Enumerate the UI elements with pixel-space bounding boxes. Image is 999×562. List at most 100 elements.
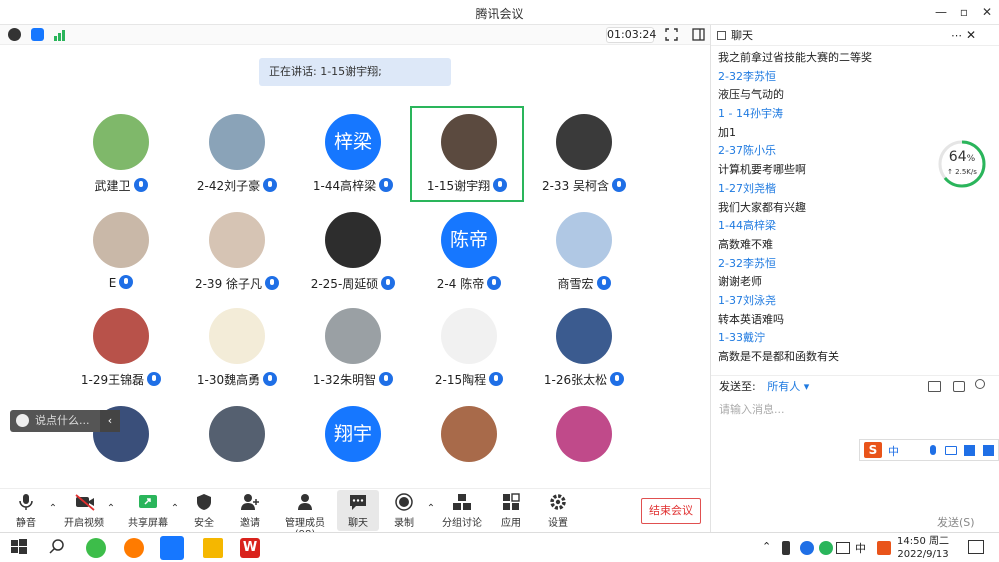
tray-usb-icon[interactable] bbox=[782, 541, 790, 555]
mic-status-icon bbox=[596, 276, 611, 290]
tray-expand-icon[interactable]: ⌃ bbox=[762, 540, 774, 560]
participant-tile[interactable] bbox=[180, 400, 294, 488]
security-button[interactable]: 安全 bbox=[190, 493, 218, 531]
participant-tile[interactable]: 翔宇 bbox=[296, 400, 410, 488]
info-icon[interactable] bbox=[8, 28, 21, 41]
breakout-button[interactable]: 分组讨论 bbox=[441, 493, 483, 531]
user-icon[interactable] bbox=[975, 379, 985, 389]
tray-app-icon[interactable] bbox=[819, 541, 833, 555]
chat-bubble-icon bbox=[348, 493, 368, 511]
tencent-meeting-icon[interactable] bbox=[160, 536, 184, 560]
participant-name-text: 2-42刘子豪 bbox=[196, 179, 261, 193]
chat-input[interactable]: 请输入消息... bbox=[719, 401, 785, 417]
participant-name: E bbox=[64, 275, 178, 290]
firefox-icon[interactable] bbox=[124, 538, 144, 558]
chat-sender-name: 2-32李苏恒 bbox=[718, 256, 776, 270]
participant-tile[interactable]: 2-15陶程 bbox=[412, 302, 526, 398]
say-something-box[interactable]: 说点什么... ‹ bbox=[10, 410, 120, 432]
manage-members-button[interactable]: 管理成员(98) bbox=[278, 493, 332, 540]
participant-tile[interactable]: 1-26张太松 bbox=[527, 302, 641, 398]
windows-start-icon[interactable] bbox=[10, 538, 30, 558]
participant-name-text: 1-15谢宇翔 bbox=[426, 179, 491, 193]
chat-sender-name: 1-33戴泞 bbox=[718, 331, 765, 345]
mic-status-icon bbox=[493, 178, 508, 192]
maximize-icon[interactable]: ▫ bbox=[955, 3, 973, 21]
record-button[interactable]: 录制 bbox=[390, 493, 418, 531]
notification-icon[interactable] bbox=[968, 540, 984, 554]
chat-message-text: 谢谢老师 bbox=[718, 275, 762, 289]
fullscreen-icon[interactable] bbox=[665, 28, 678, 41]
participant-name: 2-42刘子豪 bbox=[180, 177, 294, 194]
participant-tile[interactable]: 武建卫 bbox=[64, 108, 178, 204]
participant-tile[interactable]: 陈帝 2-4 陈帝 bbox=[412, 206, 526, 302]
participant-tile[interactable]: 商雪宏 bbox=[527, 206, 641, 302]
meeting-toolbar: 静音 ⌃ 开启视频 ⌃ 共享屏幕 ⌃ 安全 邀请 管理成员(98) 聊天 录制 … bbox=[0, 488, 710, 540]
chat-sender-name: 1-37刘泳尧 bbox=[718, 293, 776, 307]
file-explorer-icon[interactable] bbox=[203, 538, 223, 558]
collapse-icon[interactable]: ‹ bbox=[100, 410, 120, 432]
sogou-logo-icon: S bbox=[864, 442, 882, 458]
shield-icon[interactable] bbox=[31, 28, 44, 41]
microphone-icon bbox=[16, 493, 36, 511]
participant-tile[interactable] bbox=[527, 400, 641, 488]
mute-button[interactable]: 静音 bbox=[12, 493, 40, 531]
participant-tile[interactable]: 梓梁 1-44高梓梁 bbox=[296, 108, 410, 204]
minimize-icon[interactable]: — bbox=[932, 3, 950, 21]
share-screen-button[interactable]: 共享屏幕 bbox=[128, 493, 168, 531]
participant-tile[interactable]: 2-42刘子豪 bbox=[180, 108, 294, 204]
tray-ime-label[interactable]: 中 bbox=[855, 540, 871, 560]
chat-close-icon[interactable]: ✕ bbox=[966, 25, 976, 46]
title-bar: 腾讯会议 — ▫ ✕ bbox=[0, 0, 999, 25]
participant-tile[interactable]: 1-15谢宇翔 bbox=[410, 106, 524, 202]
participant-name: 商雪宏 bbox=[527, 275, 641, 292]
skin-icon bbox=[964, 445, 975, 456]
more-icon[interactable]: ⋯ bbox=[951, 25, 962, 46]
mic-status-icon bbox=[147, 372, 162, 386]
screenshot-icon[interactable] bbox=[953, 381, 965, 392]
participant-tile[interactable]: 1-29王锦磊 bbox=[64, 302, 178, 398]
taskbar-clock[interactable]: 14:50 周二 2022/9/13 bbox=[897, 535, 949, 561]
signal-icon[interactable] bbox=[53, 28, 66, 41]
participant-tile[interactable] bbox=[412, 400, 526, 488]
participant-tile[interactable]: 2-39 徐子凡 bbox=[180, 206, 294, 302]
folder-icon[interactable] bbox=[928, 381, 941, 392]
participant-tile[interactable]: 2-25-周延硕 bbox=[296, 206, 410, 302]
say-placeholder: 说点什么... bbox=[35, 414, 90, 427]
tray-person-icon[interactable] bbox=[800, 541, 814, 555]
ime-toolbar[interactable]: S 中 bbox=[859, 439, 999, 461]
tray-sogou-icon[interactable] bbox=[877, 541, 891, 555]
apps-button[interactable]: 应用 bbox=[497, 493, 525, 531]
participant-tile[interactable]: 1-32朱明智 bbox=[296, 302, 410, 398]
participant-name-text: 2-33 吴柯含 bbox=[541, 179, 610, 193]
avatar bbox=[209, 114, 265, 170]
network-percent: 64 bbox=[948, 149, 967, 165]
app-green-icon[interactable] bbox=[86, 538, 106, 558]
settings-button[interactable]: 设置 bbox=[544, 493, 572, 531]
gallery-view: 正在讲话: 1-15谢宇翔; 武建卫 2-42刘子豪 梓梁 1-44高梓梁 1-15谢宇… bbox=[0, 46, 710, 488]
wps-icon[interactable]: W bbox=[240, 538, 260, 558]
emoji-icon[interactable] bbox=[16, 414, 29, 427]
participant-name-text: 1-44高梓梁 bbox=[312, 179, 377, 193]
participant-tile[interactable]: 2-33 吴柯含 bbox=[527, 108, 641, 204]
network-speed-widget[interactable]: 64% ↑ 2.5K/s bbox=[937, 139, 987, 189]
layout-icon[interactable] bbox=[692, 28, 705, 41]
avatar bbox=[93, 308, 149, 364]
avatar bbox=[556, 406, 612, 462]
search-icon[interactable] bbox=[48, 538, 68, 558]
participant-name: 2-39 徐子凡 bbox=[180, 275, 294, 292]
tray-display-icon[interactable] bbox=[836, 542, 850, 554]
participant-tile[interactable]: 1-30魏高勇 bbox=[180, 302, 294, 398]
chat-button[interactable]: 聊天 bbox=[337, 490, 379, 531]
participant-tile[interactable]: E bbox=[64, 206, 178, 302]
send-to-select[interactable]: 所有人 ▾ bbox=[767, 380, 809, 393]
chat-message-list[interactable]: 我之前拿过省技能大赛的二等奖 2-32李苏恒 液压与气动的 1 - 14孙宇涛 加1 2-… bbox=[718, 49, 988, 375]
send-button[interactable]: 发送(S) bbox=[937, 514, 975, 530]
mic-status-icon bbox=[379, 178, 394, 192]
end-meeting-button[interactable]: 结束会议 bbox=[641, 498, 701, 524]
close-icon[interactable]: ✕ bbox=[978, 3, 996, 21]
video-button[interactable]: 开启视频 bbox=[64, 493, 104, 531]
mic-status-icon bbox=[263, 178, 278, 192]
invite-button[interactable]: 邀请 bbox=[236, 493, 264, 531]
window-title: 腾讯会议 bbox=[475, 7, 524, 21]
mic-status-icon bbox=[133, 178, 148, 192]
